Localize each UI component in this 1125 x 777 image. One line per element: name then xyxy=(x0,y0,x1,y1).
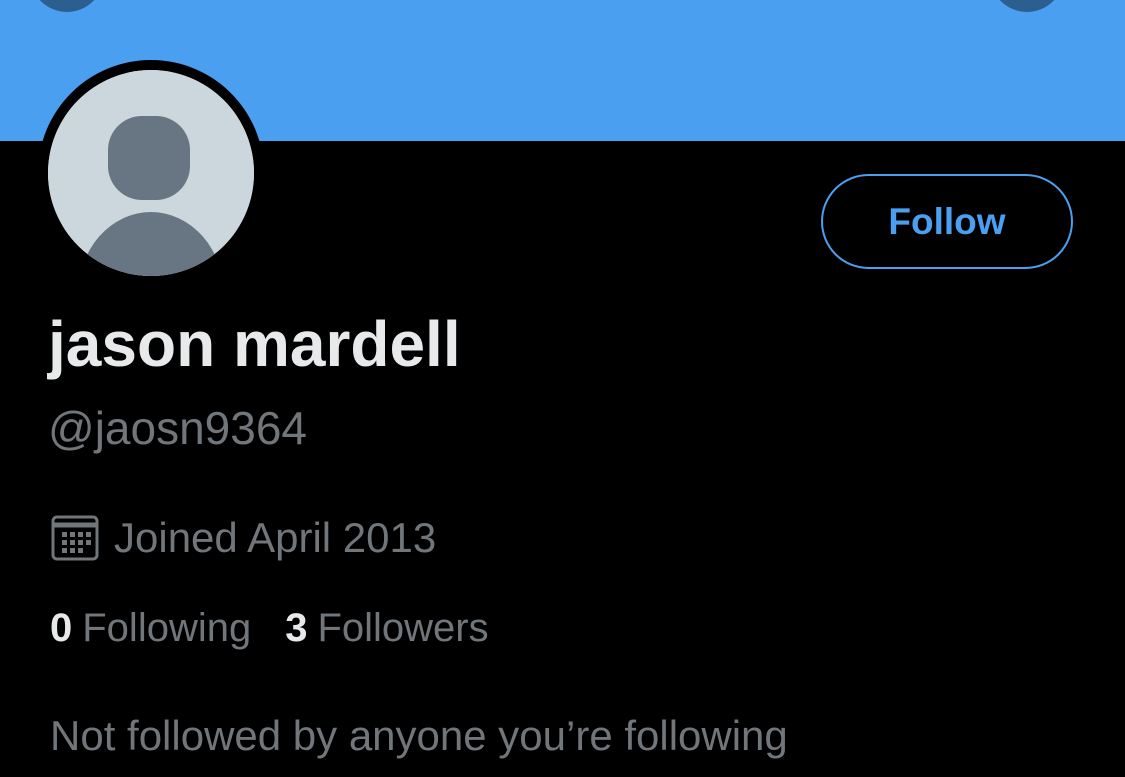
followers-label: Followers xyxy=(317,606,489,650)
default-avatar-icon xyxy=(48,70,254,276)
avatar[interactable] xyxy=(48,70,254,276)
mutual-followers-note: Not followed by anyone you’re following xyxy=(50,712,788,759)
calendar-icon xyxy=(51,515,99,561)
follow-stats: 0 Following 3 Followers xyxy=(50,606,489,651)
followers-count: 3 xyxy=(285,606,308,650)
display-name: jason mardell xyxy=(48,308,461,380)
more-options-button[interactable] xyxy=(990,0,1064,12)
back-button[interactable] xyxy=(30,0,104,12)
joined-date-row: Joined April 2013 xyxy=(50,510,436,566)
follow-button[interactable]: Follow xyxy=(821,174,1073,269)
profile-page: Follow jason mardell @jaosn9364 Joined A… xyxy=(0,0,1125,777)
joined-date-text: Joined April 2013 xyxy=(114,514,437,561)
following-count: 0 xyxy=(50,606,73,650)
followers-stat-link[interactable]: 3 Followers xyxy=(285,606,488,651)
following-label: Following xyxy=(82,606,252,650)
username-handle: @jaosn9364 xyxy=(48,402,307,454)
following-stat-link[interactable]: 0 Following xyxy=(50,606,251,651)
